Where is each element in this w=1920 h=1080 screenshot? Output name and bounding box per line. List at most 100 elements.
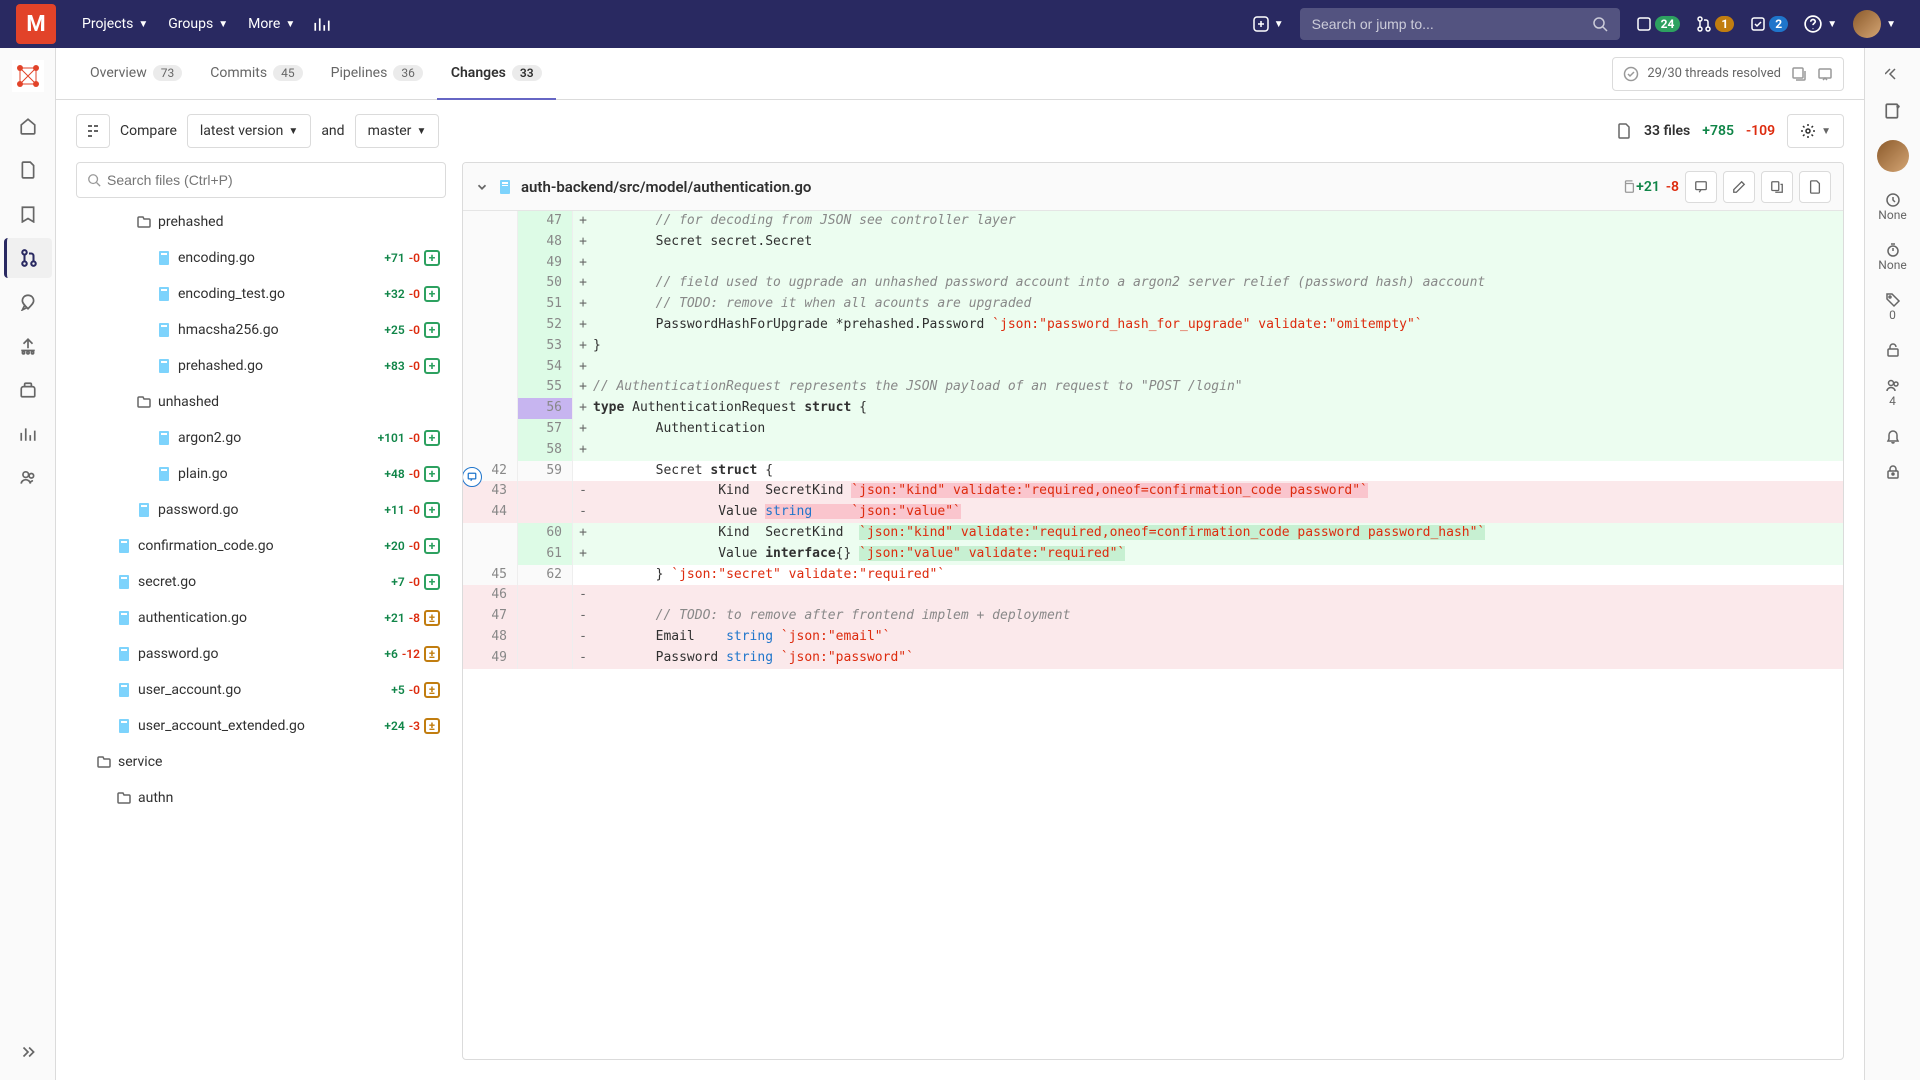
edit-button[interactable] [1723, 171, 1755, 203]
comment-marker-icon[interactable] [463, 467, 482, 487]
plus-icon[interactable]: ▼ [1245, 16, 1292, 32]
tree-file[interactable]: plain.go+48 -0 + [76, 456, 446, 492]
jump-icon[interactable] [1817, 66, 1833, 82]
chevron-down-icon: ▼ [138, 19, 148, 30]
tree-file[interactable]: argon2.go+101 -0 + [76, 420, 446, 456]
file-deletions: -8 [1666, 179, 1679, 195]
tree-file[interactable]: password.go+6 -12 ± [76, 636, 446, 672]
package-icon[interactable] [4, 370, 52, 410]
view-file-button[interactable] [1799, 171, 1831, 203]
lock-icon[interactable] [1869, 342, 1917, 358]
diff-line[interactable]: 58+ [463, 440, 1843, 461]
tree-folder[interactable]: unhashed [76, 384, 446, 420]
merge-requests-icon[interactable] [4, 238, 52, 278]
diff-line[interactable]: 49+ [463, 253, 1843, 274]
tab-overview[interactable]: Overview73 [76, 48, 196, 100]
tab-changes[interactable]: Changes33 [437, 48, 556, 100]
milestone-icon[interactable]: None [1869, 192, 1917, 222]
settings-dropdown[interactable]: ▼ [1787, 114, 1844, 148]
merge-request-icon[interactable]: 1 [1688, 16, 1742, 32]
members-icon[interactable] [4, 458, 52, 498]
tree-file[interactable]: password.go+11 -0 + [76, 492, 446, 528]
diff-body[interactable]: 47+ // for decoding from JSON see contro… [463, 211, 1843, 1059]
add-todo-icon[interactable] [1869, 102, 1917, 120]
diff-line[interactable]: 56+type AuthenticationRequest struct { [463, 398, 1843, 419]
diff-line[interactable]: 57+ Authentication [463, 419, 1843, 440]
diff-line[interactable]: 4259 Secret struct { [463, 461, 1843, 482]
chevron-down-icon: ▼ [288, 126, 298, 137]
diff-line[interactable]: 53+} [463, 336, 1843, 357]
collapse-icon[interactable] [475, 180, 489, 194]
tree-file[interactable]: encoding.go+71 -0 + [76, 240, 446, 276]
assignee-avatar[interactable] [1877, 140, 1909, 172]
comment-button[interactable] [1685, 171, 1717, 203]
todo-icon[interactable]: 2 [1742, 16, 1796, 32]
tree-file[interactable]: user_account_extended.go+24 -3 ± [76, 708, 446, 744]
user-menu[interactable]: ▼ [1845, 10, 1904, 38]
search-input[interactable] [1300, 8, 1620, 40]
and-label: and [321, 123, 344, 139]
help-icon[interactable]: ▼ [1796, 15, 1845, 33]
diff-line[interactable]: 61+ Value interface{} `json:"value" vali… [463, 544, 1843, 565]
issues-icon[interactable]: 24 [1628, 16, 1689, 32]
compare-label: Compare [120, 123, 177, 139]
diff-line[interactable]: 52+ PasswordHashForUpgrade *prehashed.Pa… [463, 315, 1843, 336]
home-icon[interactable] [4, 106, 52, 146]
tab-commits[interactable]: Commits45 [196, 48, 316, 100]
deploy-icon[interactable] [4, 326, 52, 366]
diff-line[interactable]: 43- Kind SecretKind `json:"kind" validat… [463, 481, 1843, 502]
diff-line[interactable]: 55+// AuthenticationRequest represents t… [463, 377, 1843, 398]
project-avatar[interactable] [8, 56, 48, 96]
tree-file[interactable]: secret.go+7 -0 + [76, 564, 446, 600]
reference-icon[interactable] [1869, 464, 1917, 480]
tree-file[interactable]: encoding_test.go+32 -0 + [76, 276, 446, 312]
tree-file[interactable]: confirmation_code.go+20 -0 + [76, 528, 446, 564]
diff-line[interactable]: 48+ Secret secret.Secret [463, 232, 1843, 253]
expand-button[interactable] [1761, 171, 1793, 203]
diff-line[interactable]: 47+ // for decoding from JSON see contro… [463, 211, 1843, 232]
diff-line[interactable]: 4562 } `json:"secret" validate:"required… [463, 565, 1843, 586]
threads-resolved[interactable]: 29/30 threads resolved [1612, 57, 1844, 91]
tag-icon[interactable] [4, 194, 52, 234]
diff-line[interactable]: 47- // TODO: to remove after frontend im… [463, 606, 1843, 627]
diff-line[interactable]: 49- Password string `json:"password"` [463, 648, 1843, 669]
tree-file[interactable]: prehashed.go+83 -0 + [76, 348, 446, 384]
nav-more[interactable]: More▼ [238, 0, 305, 48]
labels-icon[interactable]: 0 [1869, 292, 1917, 322]
diff-line[interactable]: 48- Email string `json:"email"` [463, 627, 1843, 648]
tree-toggle-button[interactable] [76, 114, 110, 148]
file-icon[interactable] [4, 150, 52, 190]
diff-line[interactable]: 44- Value string `json:"value"` [463, 502, 1843, 523]
tab-pipelines[interactable]: Pipelines36 [317, 48, 437, 100]
version-dropdown[interactable]: latest version▼ [187, 114, 311, 148]
badge: 24 [1655, 16, 1681, 32]
tree-file[interactable]: authentication.go+21 -8 ± [76, 600, 446, 636]
chart-icon[interactable] [4, 414, 52, 454]
target-dropdown[interactable]: master▼ [355, 114, 440, 148]
nav-projects[interactable]: Projects▼ [72, 0, 158, 48]
tree-folder[interactable]: service [76, 744, 446, 780]
expand-icon[interactable] [4, 1032, 52, 1072]
diff-line[interactable]: 46- [463, 585, 1843, 606]
diff-line[interactable]: 51+ // TODO: remove it when all acounts … [463, 294, 1843, 315]
nav-groups[interactable]: Groups▼ [158, 0, 238, 48]
tree-file[interactable]: user_account.go+5 -0 ± [76, 672, 446, 708]
file-tree: prehashedencoding.go+71 -0 +encoding_tes… [76, 162, 446, 1060]
diff-line[interactable]: 60+ Kind SecretKind `json:"kind" validat… [463, 523, 1843, 544]
time-tracking-icon[interactable]: None [1869, 242, 1917, 272]
participants-icon[interactable]: 4 [1869, 378, 1917, 408]
next-unresolved-icon[interactable] [1791, 66, 1807, 82]
logo[interactable]: M [16, 4, 56, 44]
notifications-icon[interactable] [1869, 428, 1917, 444]
tree-folder[interactable]: prehashed [76, 204, 446, 240]
file-search-input[interactable] [76, 162, 446, 198]
tree-file[interactable]: hmacsha256.go+25 -0 + [76, 312, 446, 348]
chevron-down-icon: ▼ [1886, 19, 1896, 30]
rocket-icon[interactable] [4, 282, 52, 322]
collapse-sidebar-icon[interactable] [1869, 66, 1917, 82]
tree-folder[interactable]: authn [76, 780, 446, 816]
analytics-icon[interactable] [305, 15, 339, 33]
copy-path-icon[interactable] [1622, 180, 1636, 194]
diff-line[interactable]: 54+ [463, 357, 1843, 378]
diff-line[interactable]: 50+ // field used to ugprade an unhashed… [463, 273, 1843, 294]
